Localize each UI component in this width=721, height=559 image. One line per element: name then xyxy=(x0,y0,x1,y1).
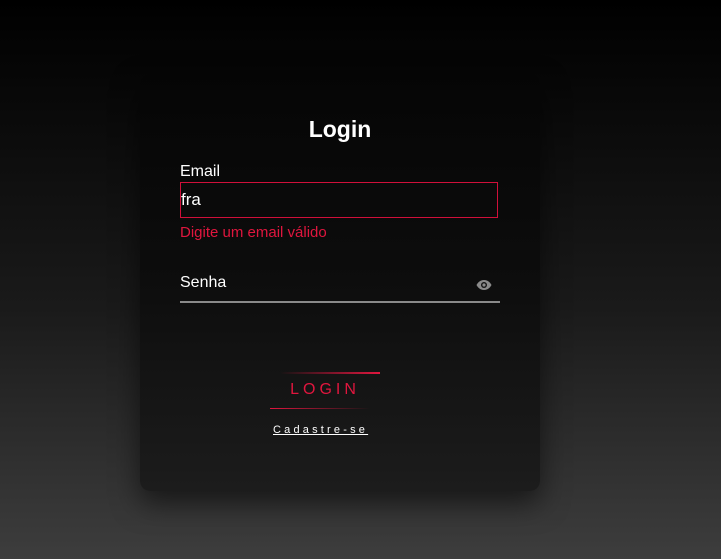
login-button-top-line xyxy=(280,372,380,374)
eye-icon[interactable] xyxy=(476,278,492,290)
login-card: Login Email Digite um email válido LOGIN… xyxy=(140,74,540,491)
email-error-message: Digite um email válido xyxy=(180,224,327,241)
password-field xyxy=(180,270,500,303)
login-button-bottom-line xyxy=(270,408,370,409)
email-label: Email xyxy=(180,163,221,180)
login-button[interactable]: LOGIN xyxy=(270,372,380,409)
email-input[interactable] xyxy=(180,182,498,218)
login-button-label: LOGIN xyxy=(290,381,360,398)
signup-link[interactable]: Cadastre-se xyxy=(273,424,368,436)
password-input[interactable] xyxy=(180,270,470,296)
login-title: Login xyxy=(308,116,372,142)
